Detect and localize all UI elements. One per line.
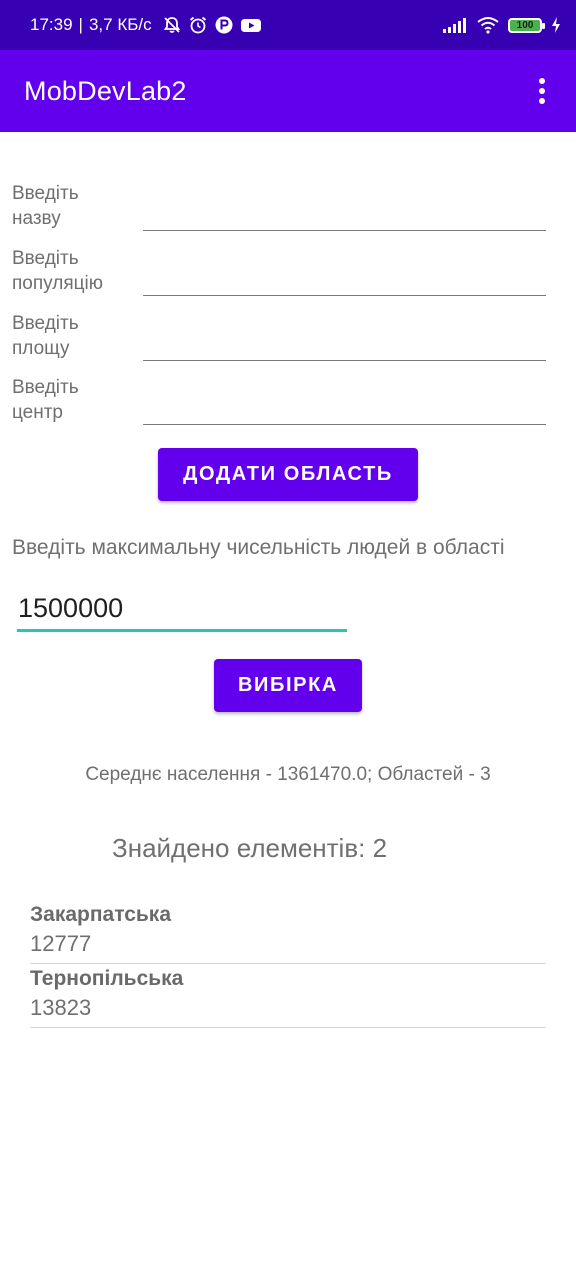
list-item[interactable]: Закарпатська 12777 bbox=[30, 900, 546, 964]
center-label: Введіть центр bbox=[12, 377, 79, 423]
status-bar: 17:39 | 3,7 КБ/с 100 bbox=[0, 0, 576, 50]
bell-off-icon bbox=[162, 15, 182, 35]
battery-icon: 100 bbox=[508, 17, 545, 33]
region-name: Закарпатська bbox=[30, 903, 172, 926]
select-button[interactable]: ВИБІРКА bbox=[214, 659, 362, 712]
max-population-input[interactable] bbox=[17, 588, 347, 632]
app-icon bbox=[214, 15, 234, 35]
average-summary: Середнє населення - 1361470.0; Областей … bbox=[85, 764, 491, 785]
wifi-icon bbox=[476, 16, 500, 34]
population-label: Введіть популяцію bbox=[12, 248, 103, 294]
region-value: 13823 bbox=[30, 995, 92, 1020]
population-input[interactable] bbox=[143, 266, 546, 296]
status-time: 17:39 bbox=[30, 15, 73, 34]
signal-icon bbox=[442, 16, 468, 34]
found-count: Знайдено елементів: 2 bbox=[112, 833, 388, 863]
name-label: Введіть назву bbox=[12, 183, 79, 229]
name-row: Введіть назву bbox=[12, 181, 546, 241]
charging-icon bbox=[550, 16, 562, 34]
results-list: Закарпатська 12777 Тернопільська 13823 bbox=[30, 900, 546, 1028]
alarm-icon bbox=[188, 15, 208, 35]
region-name: Тернопільська bbox=[30, 967, 184, 990]
center-row: Введіть центр bbox=[12, 375, 546, 435]
max-population-label: Введіть максимальну чисельність людей в … bbox=[12, 536, 505, 559]
area-label: Введіть площу bbox=[12, 313, 79, 359]
list-item[interactable]: Тернопільська 13823 bbox=[30, 964, 546, 1028]
name-input[interactable] bbox=[143, 201, 546, 231]
center-input[interactable] bbox=[143, 395, 546, 425]
youtube-icon bbox=[240, 15, 262, 35]
area-input[interactable] bbox=[143, 331, 546, 361]
status-separator: | bbox=[78, 15, 83, 34]
population-row: Введіть популяцію bbox=[12, 246, 546, 306]
region-value: 12777 bbox=[30, 931, 92, 956]
more-vert-icon[interactable] bbox=[530, 71, 554, 111]
area-row: Введіть площу bbox=[12, 311, 546, 371]
app-title: MobDevLab2 bbox=[24, 75, 187, 106]
status-speed: 3,7 КБ/с bbox=[88, 15, 152, 34]
add-region-button[interactable]: ДОДАТИ ОБЛАСТЬ bbox=[158, 448, 418, 501]
app-bar: MobDevLab2 bbox=[0, 50, 576, 132]
